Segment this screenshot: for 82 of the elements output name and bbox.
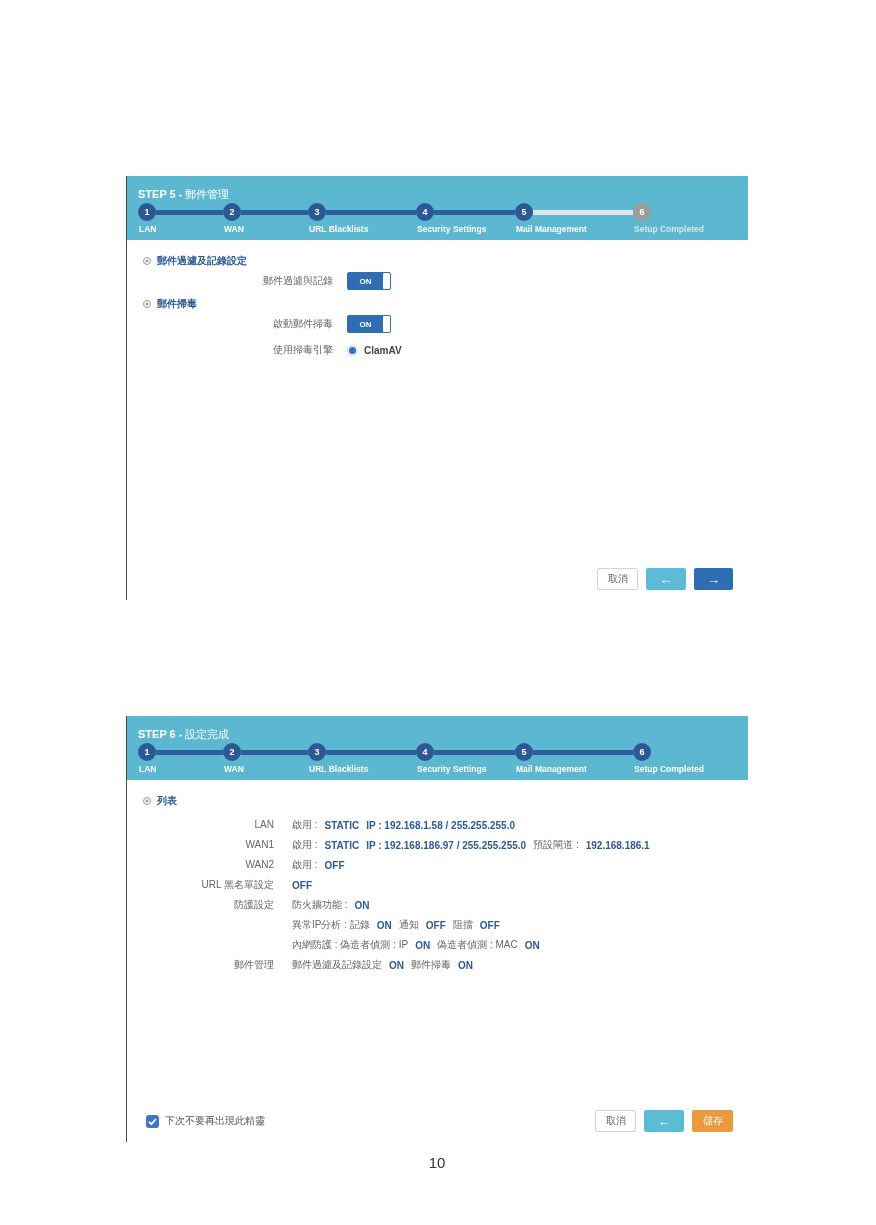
checkbox[interactable] [146,1114,159,1128]
setting-label: 使用掃毒引擎 [273,343,333,357]
step-label: Setup Completed [633,764,704,775]
step-connector [241,209,308,215]
wizard-title: STEP 6 - 設定完成 [138,727,231,741]
setting-name: 啟用 : [292,838,318,852]
step-circle: 4 [416,203,434,221]
step-circle: 3 [308,203,326,221]
step-circle: 5 [515,743,533,761]
toggle-switch[interactable]: ON [347,315,391,333]
setting-name: 異常IP分析 : 記錄 [292,918,370,932]
step-label: Mail Management [515,224,587,235]
setting-value: ON [389,959,404,971]
step-label: WAN [223,764,244,775]
setting-value: ON [415,939,431,951]
step-connector [156,749,223,755]
step-label: LAN [138,764,157,775]
section-title: 郵件過濾及記錄設定 [157,254,247,268]
setting-value: OFF [479,919,500,931]
setting-value: STATIC [324,819,360,831]
step-label: URL Blacklists [308,224,369,235]
setting-name: 郵件過濾及記錄設定 [292,958,382,972]
step-connector [156,209,223,215]
setting-value: OFF [425,919,446,931]
setting-label: 郵件過濾與記錄 [263,274,333,288]
setting-value: 192.168.186.1 [585,839,650,851]
setting-name: 啟用 : [292,818,318,832]
next-button[interactable]: → [694,568,733,590]
setting-name: 通知 [398,918,419,932]
step-label: Security Settings [416,224,487,235]
setting-value: ON [354,899,370,911]
setting-value: ON [376,919,392,931]
section-title: 列表 [157,794,177,808]
setting-name: 啟用 : [292,858,318,872]
step-circle: 3 [308,743,326,761]
step-label: URL Blacklists [308,764,369,775]
setting-value: ON [458,959,473,971]
summary-label: LAN [254,818,274,832]
page-number: 10 [428,1154,446,1172]
summary-label: 郵件管理 [234,958,274,972]
wizard-title: STEP 5 - 郵件管理 [138,187,231,201]
setting-name: 阻擋 [452,918,473,932]
setting-name: 預設閘道 : [533,838,579,852]
setting-value: OFF [324,859,345,871]
setting-name: 防火牆功能 : [292,898,348,912]
setting-name: 郵件掃毒 [411,958,451,972]
step-circle: 4 [416,743,434,761]
plus-circle-icon[interactable] [143,797,151,805]
cancel-button[interactable]: 取消 [595,1110,636,1132]
step-circle: 2 [223,203,241,221]
checkbox-label: 下次不要再出現此精靈 [165,1114,265,1128]
radio-label: ClamAV [364,344,402,356]
step-label: WAN [223,224,244,235]
step-circle: 2 [223,743,241,761]
step-connector [241,749,308,755]
setting-value: IP : 192.168.1.58 / 255.255.255.0 [366,819,515,831]
summary-label: URL 黑名單設定 [201,878,274,892]
step-label: Mail Management [515,764,587,775]
summary-label: WAN1 [245,838,274,852]
radio-button[interactable] [347,344,358,356]
step-circle: 6 [633,743,651,761]
toggle-switch[interactable]: ON [347,272,391,290]
cancel-button[interactable]: 取消 [597,568,638,590]
step-label: Setup Completed [633,224,704,235]
setting-name: 內網防護 : 偽造者偵測 : IP [292,938,409,952]
plus-circle-icon[interactable] [143,300,151,308]
summary-label: 防護設定 [234,898,274,912]
setting-value: IP : 192.168.186.97 / 255.255.255.0 [366,839,527,851]
step-circle: 1 [138,743,156,761]
setting-label: 啟動郵件掃毒 [273,317,333,331]
step-label: LAN [138,224,157,235]
setting-value: STATIC [324,839,360,851]
step-circle: 1 [138,203,156,221]
step-label: Security Settings [416,764,487,775]
step-circle: 5 [515,203,533,221]
section-title: 郵件掃毒 [157,297,197,311]
setting-name: 偽造者偵測 : MAC [437,938,518,952]
plus-circle-icon[interactable] [143,257,151,265]
setting-value: OFF [292,879,312,891]
setting-value: ON [524,939,540,951]
summary-label: WAN2 [245,858,274,872]
step-circle: 6 [633,203,651,221]
